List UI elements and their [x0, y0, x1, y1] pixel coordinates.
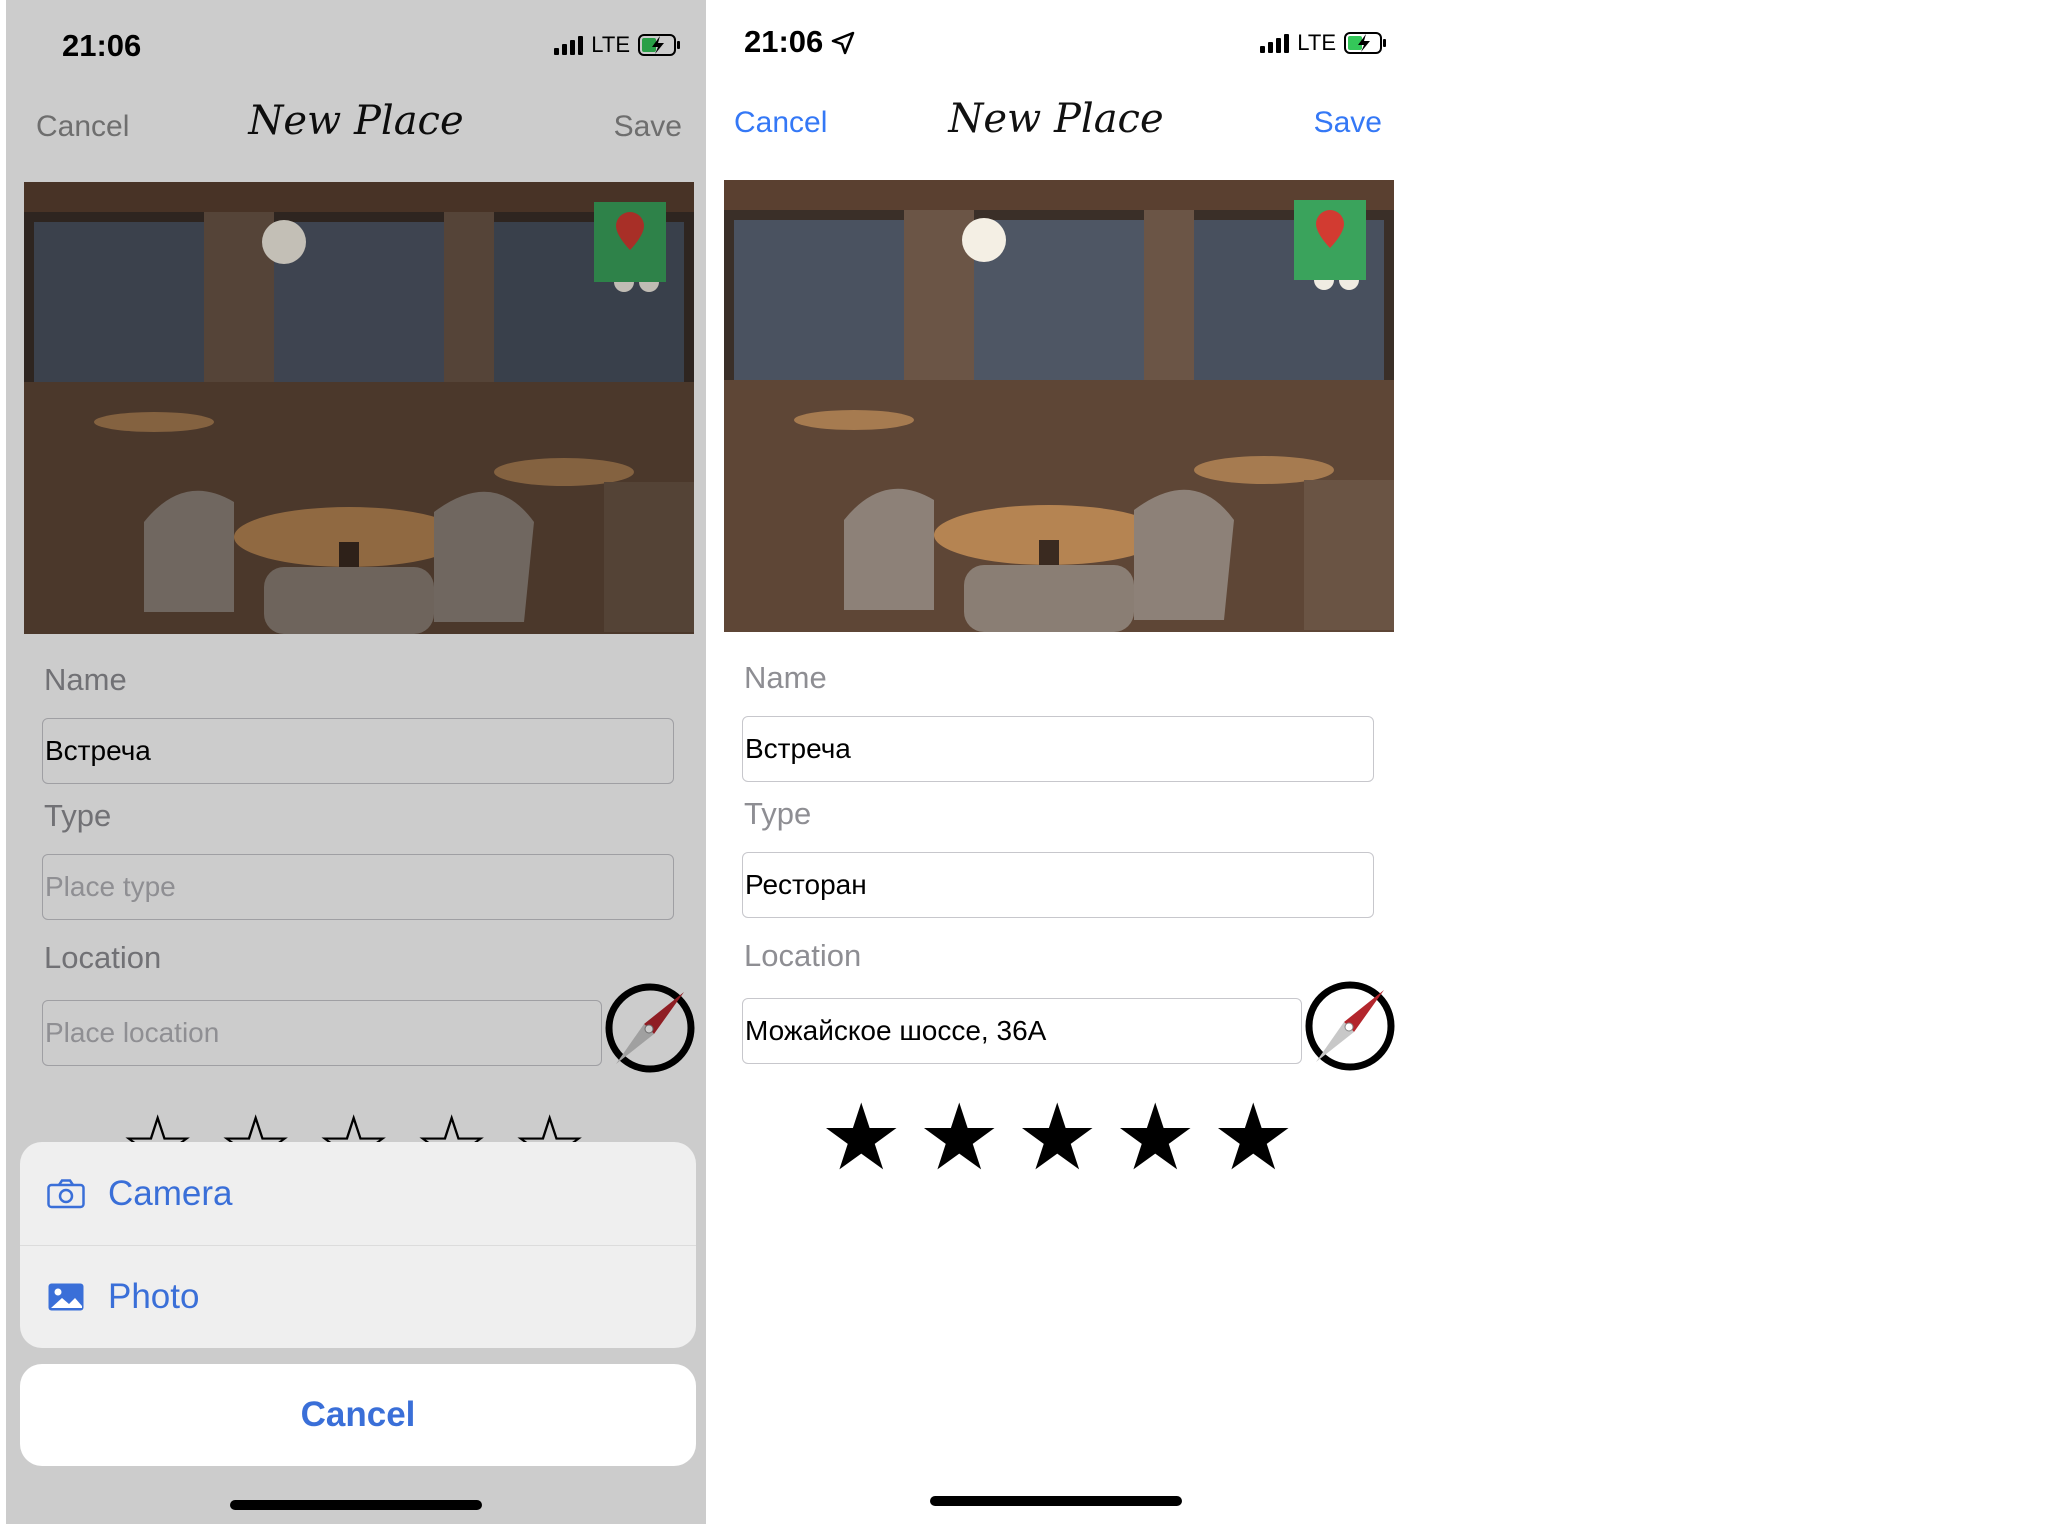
location-field[interactable]	[42, 1000, 602, 1066]
location-input[interactable]	[743, 999, 1301, 1063]
status-bar: 21:06 LTE	[706, 0, 1406, 90]
type-input[interactable]	[743, 853, 1373, 917]
phone-screen-right: 21:06 LTE Cancel New Place Save Name Вст…	[706, 0, 1406, 1524]
compass-button[interactable]	[1304, 980, 1396, 1072]
status-indicators: LTE	[1260, 30, 1388, 56]
status-bar: 21:06 LTE	[6, 0, 706, 90]
navigation-bar: Cancel New Place Save	[706, 88, 1406, 158]
restaurant-interior-image	[24, 182, 694, 634]
photo-icon	[46, 1281, 86, 1313]
name-label: Name	[744, 660, 827, 695]
camera-option[interactable]: Camera	[20, 1142, 696, 1245]
name-label: Name	[44, 662, 127, 697]
battery-charging-icon	[1344, 31, 1388, 55]
type-input[interactable]	[43, 855, 673, 919]
home-indicator	[930, 1496, 1182, 1506]
network-label: LTE	[591, 32, 630, 57]
page-title: New Place	[948, 96, 1164, 142]
name-field[interactable]	[742, 716, 1374, 782]
navigation-bar: Cancel New Place Save	[6, 90, 706, 160]
name-input[interactable]	[43, 719, 673, 783]
rating-star[interactable]: ★	[1016, 1092, 1098, 1184]
network-label: LTE	[1297, 30, 1336, 55]
compass-icon	[605, 983, 695, 1073]
battery-charging-icon	[638, 33, 682, 57]
status-indicators: LTE	[554, 32, 682, 58]
phone-screen-left: 21:06 LTE Cancel New Place Save Name Вст…	[6, 0, 706, 1524]
camera-option-label: Camera	[108, 1173, 233, 1213]
rating-star[interactable]: ★	[1212, 1092, 1294, 1184]
location-input[interactable]	[43, 1001, 601, 1065]
location-arrow-icon	[830, 30, 856, 61]
location-label: Location	[44, 940, 162, 975]
action-sheet: Camera Photo	[20, 1142, 696, 1348]
type-label: Type	[44, 798, 112, 833]
location-label: Location	[744, 938, 862, 973]
photo-option[interactable]: Photo	[20, 1245, 696, 1348]
signal-icon	[1260, 33, 1290, 53]
restaurant-interior-image	[724, 180, 1394, 632]
place-image[interactable]	[24, 182, 694, 634]
location-field[interactable]	[742, 998, 1302, 1064]
type-field[interactable]	[742, 852, 1374, 918]
signal-icon	[554, 35, 584, 55]
type-label: Type	[744, 796, 812, 831]
rating-star[interactable]: ★	[918, 1092, 1000, 1184]
rating-star[interactable]: ★	[820, 1092, 902, 1184]
place-image[interactable]	[724, 180, 1394, 632]
rating-star[interactable]: ★	[1114, 1092, 1196, 1184]
status-time: 21:06	[62, 28, 142, 63]
action-sheet-cancel-button[interactable]: Cancel	[20, 1364, 696, 1466]
compass-icon	[1305, 981, 1395, 1071]
save-button[interactable]: Save	[1314, 106, 1382, 140]
photo-option-label: Photo	[108, 1277, 200, 1316]
save-button[interactable]: Save	[614, 110, 682, 144]
rating-control[interactable]: ★ ★ ★ ★ ★	[820, 1092, 1294, 1184]
status-time: 21:06	[744, 24, 824, 59]
page-title: New Place	[248, 98, 464, 144]
camera-icon	[46, 1178, 86, 1210]
compass-button[interactable]	[604, 982, 696, 1074]
name-input[interactable]	[743, 717, 1373, 781]
name-field[interactable]	[42, 718, 674, 784]
type-field[interactable]	[42, 854, 674, 920]
home-indicator	[230, 1500, 482, 1510]
